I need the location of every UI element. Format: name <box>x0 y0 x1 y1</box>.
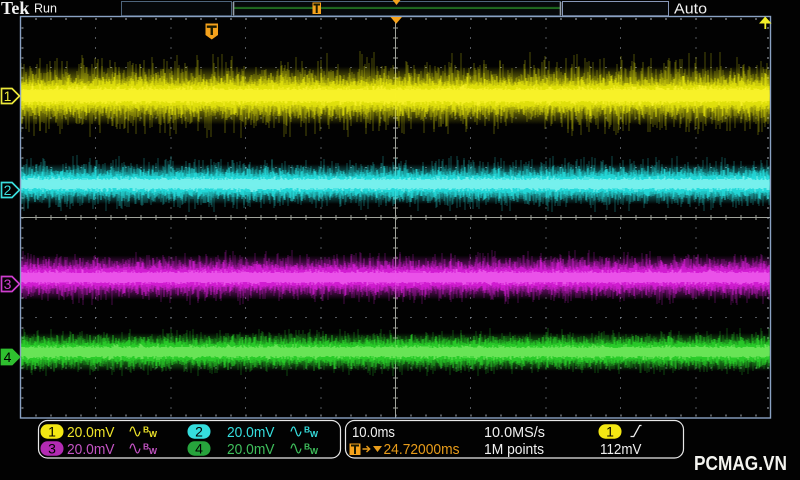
svg-text:1: 1 <box>606 424 614 440</box>
svg-text:20.0mV: 20.0mV <box>67 441 115 458</box>
svg-text:2: 2 <box>4 182 12 198</box>
svg-text:3: 3 <box>4 276 12 292</box>
svg-text:Auto: Auto <box>674 1 707 18</box>
svg-text:1: 1 <box>4 88 12 104</box>
svg-text:20.0mV: 20.0mV <box>67 424 115 441</box>
svg-text:1: 1 <box>48 424 56 440</box>
svg-text:3: 3 <box>48 441 56 457</box>
svg-text:W: W <box>310 446 319 456</box>
svg-text:20.0mV: 20.0mV <box>227 424 275 441</box>
svg-text:24.72000ms: 24.72000ms <box>384 441 460 458</box>
svg-text:20.0mV: 20.0mV <box>227 441 275 458</box>
svg-text:PCMAG.VN: PCMAG.VN <box>694 453 787 475</box>
svg-text:4: 4 <box>195 441 203 457</box>
svg-text:10.0ms: 10.0ms <box>352 424 395 441</box>
svg-text:10.0MS/s: 10.0MS/s <box>484 424 545 441</box>
svg-text:Tek: Tek <box>1 0 29 18</box>
svg-text:1M points: 1M points <box>484 441 544 458</box>
svg-text:Run: Run <box>34 2 57 16</box>
svg-text:W: W <box>149 446 158 456</box>
svg-text:2: 2 <box>195 424 203 440</box>
svg-text:W: W <box>149 429 158 439</box>
svg-text:W: W <box>310 429 319 439</box>
svg-text:4: 4 <box>4 349 12 365</box>
svg-text:112mV: 112mV <box>600 441 642 458</box>
